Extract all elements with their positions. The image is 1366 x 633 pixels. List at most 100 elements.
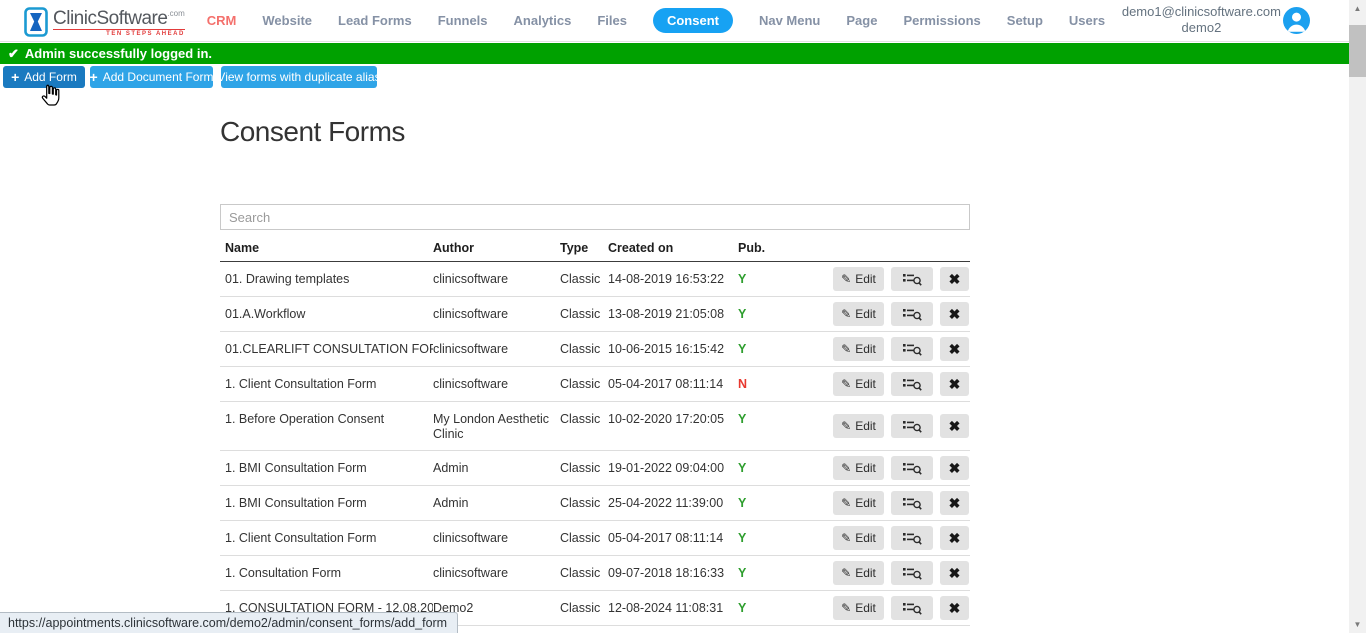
cell-pub: Y (738, 451, 782, 485)
add-document-form-button[interactable]: +Add Document Form (90, 66, 213, 88)
cell-type: Classic (560, 297, 608, 331)
cell-name: 1. BMI Consultation Form (220, 451, 433, 485)
user-info[interactable]: demo1@clinicsoftware.com demo2 (1122, 4, 1281, 36)
row-actions: ✎Edit ✖ (782, 367, 970, 401)
cell-created: 10-02-2020 17:20:05 (608, 402, 738, 450)
nav-item-page[interactable]: Page (846, 13, 877, 28)
pencil-icon: ✎ (841, 601, 851, 615)
nav-item-lead-forms[interactable]: Lead Forms (338, 13, 412, 28)
view-entries-button[interactable] (891, 526, 933, 550)
edit-button[interactable]: ✎Edit (833, 372, 884, 396)
delete-button[interactable]: ✖ (940, 337, 969, 361)
alert-message: Admin successfully logged in. (25, 46, 212, 61)
row-actions: ✎Edit ✖ (782, 521, 970, 555)
hourglass-icon (24, 7, 48, 37)
x-icon: ✖ (949, 565, 961, 582)
view-entries-button[interactable] (891, 267, 933, 291)
delete-button[interactable]: ✖ (940, 596, 969, 620)
nav-item-website[interactable]: Website (262, 13, 312, 28)
nav-item-setup[interactable]: Setup (1007, 13, 1043, 28)
browser-viewport: ClinicSoftware.com TEN STEPS AHEAD CRM We… (0, 0, 1366, 633)
clinicsoftware-logo[interactable]: ClinicSoftware.com TEN STEPS AHEAD (24, 5, 185, 37)
col-header-pub: Pub. (738, 241, 782, 256)
cell-pub: Y (738, 297, 782, 331)
pencil-icon: ✎ (841, 342, 851, 356)
table-row: 01. Drawing templates clinicsoftware Cla… (220, 262, 970, 297)
success-alert: ✔ Admin successfully logged in. (0, 43, 1349, 64)
cell-type: Classic (560, 521, 608, 555)
view-forms-with-duplicate-alias-button[interactable]: View forms with duplicate alias (221, 66, 377, 88)
view-entries-button[interactable] (891, 491, 933, 515)
delete-button[interactable]: ✖ (940, 561, 969, 585)
list-search-icon (902, 531, 922, 546)
nav-item-crm[interactable]: CRM (207, 13, 237, 28)
delete-button[interactable]: ✖ (940, 302, 969, 326)
add-form-button[interactable]: +Add Form (3, 66, 85, 88)
edit-button[interactable]: ✎Edit (833, 526, 884, 550)
nav-menu: CRM Website Lead Forms Funnels Analytics File… (207, 8, 1105, 33)
plus-icon: + (90, 70, 98, 84)
nav-item-permissions[interactable]: Permissions (903, 13, 980, 28)
view-entries-button[interactable] (891, 456, 933, 480)
delete-button[interactable]: ✖ (940, 526, 969, 550)
edit-button[interactable]: ✎Edit (833, 596, 884, 620)
cell-type: Classic (560, 402, 608, 450)
delete-button[interactable]: ✖ (940, 372, 969, 396)
edit-button[interactable]: ✎Edit (833, 491, 884, 515)
button-label: View forms with duplicate alias (217, 70, 380, 84)
cell-created: 12-08-2024 11:08:31 (608, 591, 738, 625)
cell-pub: Y (738, 591, 782, 625)
nav-item-users[interactable]: Users (1069, 13, 1105, 28)
edit-button[interactable]: ✎Edit (833, 456, 884, 480)
cell-created: 10-06-2015 16:15:42 (608, 332, 738, 366)
pencil-icon: ✎ (841, 377, 851, 391)
nav-item-consent[interactable]: Consent (653, 8, 733, 33)
button-label: Add Form (24, 70, 77, 84)
user-email: demo1@clinicsoftware.com (1122, 4, 1281, 20)
logo-tagline: TEN STEPS AHEAD (53, 29, 185, 37)
edit-button[interactable]: ✎Edit (833, 561, 884, 585)
view-entries-button[interactable] (891, 414, 933, 438)
cell-author: clinicsoftware (433, 332, 560, 366)
row-actions: ✎Edit ✖ (782, 556, 970, 590)
table-row: 1. Client Consultation Form clinicsoftwa… (220, 367, 970, 402)
scroll-down-icon[interactable]: ▼ (1349, 616, 1366, 633)
nav-item-funnels[interactable]: Funnels (438, 13, 488, 28)
delete-button[interactable]: ✖ (940, 491, 969, 515)
cell-name: 1. Before Operation Consent (220, 402, 433, 450)
avatar[interactable] (1283, 7, 1310, 34)
logo-tld-text: .com (167, 9, 184, 18)
row-actions: ✎Edit ✖ (782, 332, 970, 366)
view-entries-button[interactable] (891, 337, 933, 361)
edit-button[interactable]: ✎Edit (833, 267, 884, 291)
view-entries-button[interactable] (891, 596, 933, 620)
col-header-author: Author (433, 241, 560, 256)
edit-button[interactable]: ✎Edit (833, 302, 884, 326)
edit-button[interactable]: ✎Edit (833, 337, 884, 361)
view-entries-button[interactable] (891, 302, 933, 326)
cell-author: clinicsoftware (433, 262, 560, 296)
vertical-scrollbar[interactable]: ▲ ▼ (1349, 0, 1366, 633)
nav-item-files[interactable]: Files (597, 13, 627, 28)
table-header-row: Name Author Type Created on Pub. (220, 241, 970, 262)
delete-button[interactable]: ✖ (940, 456, 969, 480)
x-icon: ✖ (949, 271, 961, 288)
nav-item-analytics[interactable]: Analytics (514, 13, 572, 28)
search-input[interactable] (220, 204, 970, 230)
scroll-up-icon[interactable]: ▲ (1349, 0, 1366, 17)
edit-button[interactable]: ✎Edit (833, 414, 884, 438)
delete-button[interactable]: ✖ (940, 414, 969, 438)
x-icon: ✖ (949, 600, 961, 617)
view-entries-button[interactable] (891, 561, 933, 585)
view-entries-button[interactable] (891, 372, 933, 396)
scrollbar-thumb[interactable] (1349, 25, 1366, 77)
table-row: 1. Before Operation Consent My London Ae… (220, 402, 970, 451)
delete-button[interactable]: ✖ (940, 267, 969, 291)
cell-type: Classic (560, 262, 608, 296)
person-icon (1283, 7, 1310, 34)
cell-pub: Y (738, 556, 782, 590)
cell-type: Classic (560, 486, 608, 520)
cell-created: 13-08-2019 21:05:08 (608, 297, 738, 331)
nav-item-nav-menu[interactable]: Nav Menu (759, 13, 820, 28)
cell-name: 01.CLEARLIFT CONSULTATION FORM (220, 332, 433, 366)
